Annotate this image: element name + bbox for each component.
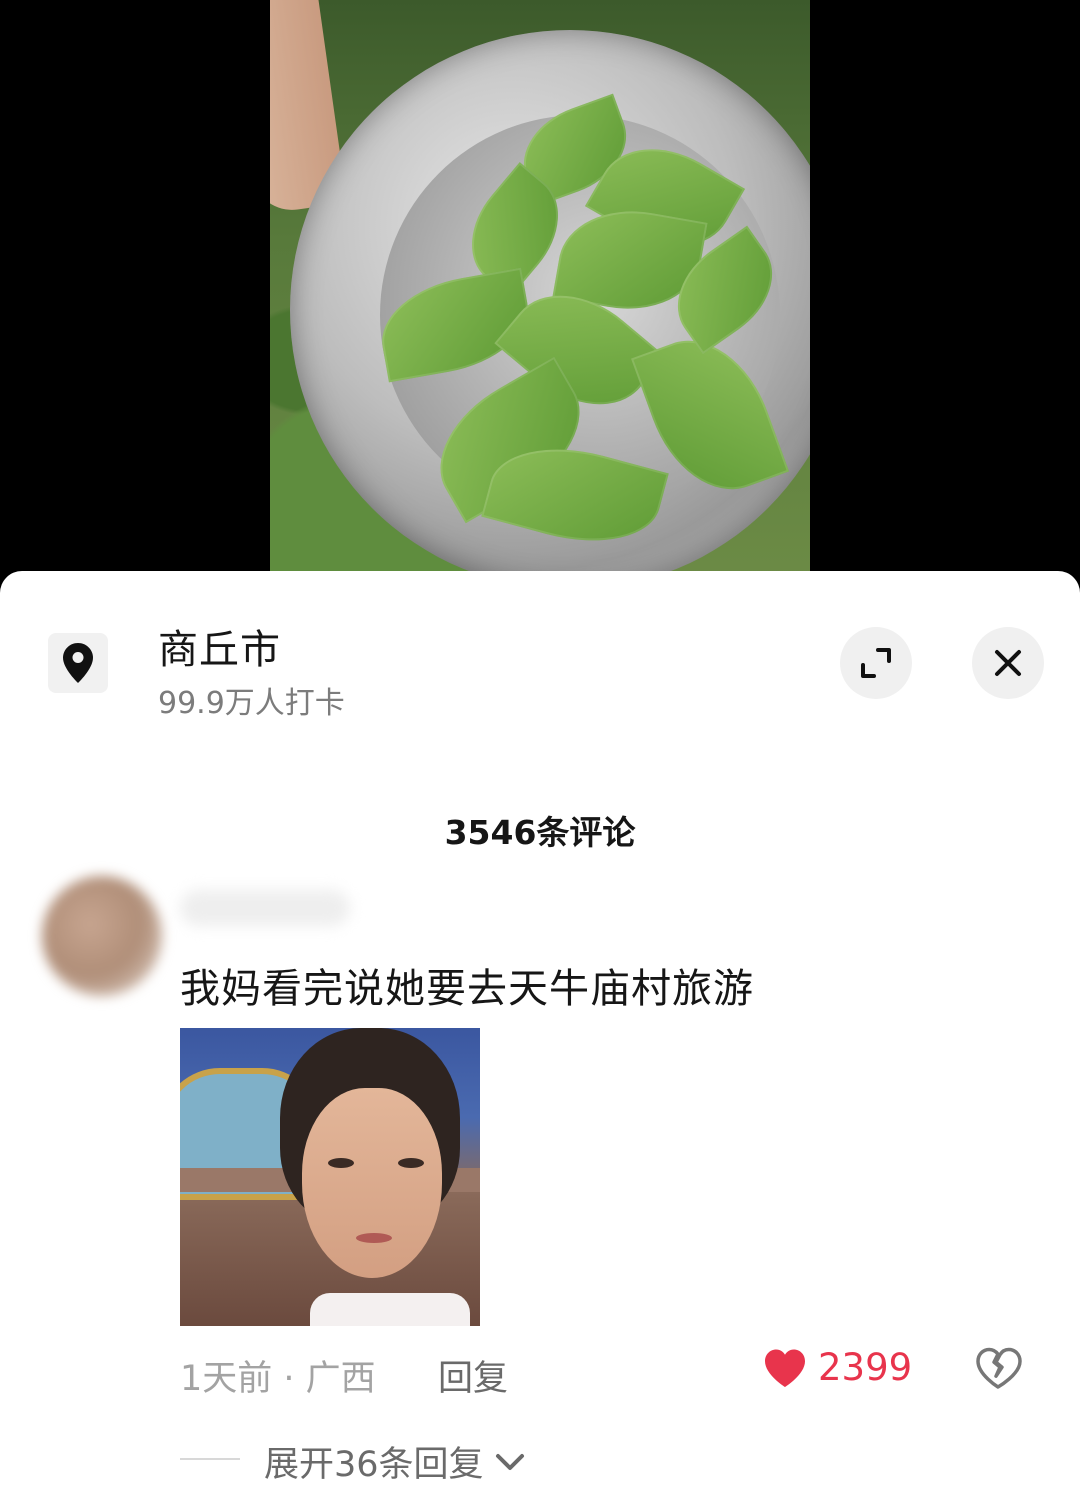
video-player[interactable] — [0, 0, 1080, 600]
video-frame — [270, 0, 810, 600]
like-count: 2399 — [818, 1346, 913, 1389]
comment-image-face — [302, 1088, 442, 1278]
dislike-button[interactable] — [974, 1346, 1022, 1394]
comment-image-eye-left — [328, 1158, 354, 1168]
comment-image[interactable] — [180, 1028, 480, 1326]
expand-button[interactable] — [840, 627, 912, 699]
avatar[interactable] — [42, 876, 162, 996]
chevron-down-icon — [495, 1453, 524, 1470]
reply-button[interactable]: 回复 — [438, 1350, 508, 1401]
close-icon — [995, 650, 1021, 676]
location-name[interactable]: 商丘市 — [158, 617, 281, 675]
location-icon-box[interactable] — [48, 633, 108, 693]
comment-count: 3546条评论 — [444, 813, 636, 852]
heart-icon — [765, 1349, 805, 1387]
expand-icon — [861, 648, 891, 678]
comment-meta: 1天前 · 广西 — [180, 1359, 376, 1399]
expand-replies-button[interactable]: 展开36条回复 — [264, 1436, 528, 1487]
location-pin-icon — [63, 643, 93, 683]
like-button[interactable]: 2399 — [762, 1346, 912, 1389]
divider-line — [180, 1458, 240, 1460]
expand-replies-label: 展开36条回复 — [264, 1445, 484, 1485]
username-blurred[interactable] — [180, 890, 350, 926]
broken-heart-icon — [976, 1347, 1022, 1389]
comment-image-collar — [310, 1293, 470, 1326]
close-button[interactable] — [972, 627, 1044, 699]
comment-image-mouth — [356, 1233, 392, 1243]
comment-image-eye-right — [398, 1158, 424, 1168]
comment-text: 我妈看完说她要去天牛庙村旅游 — [180, 966, 754, 1012]
location-checkins: 99.9万人打卡 — [158, 686, 345, 721]
